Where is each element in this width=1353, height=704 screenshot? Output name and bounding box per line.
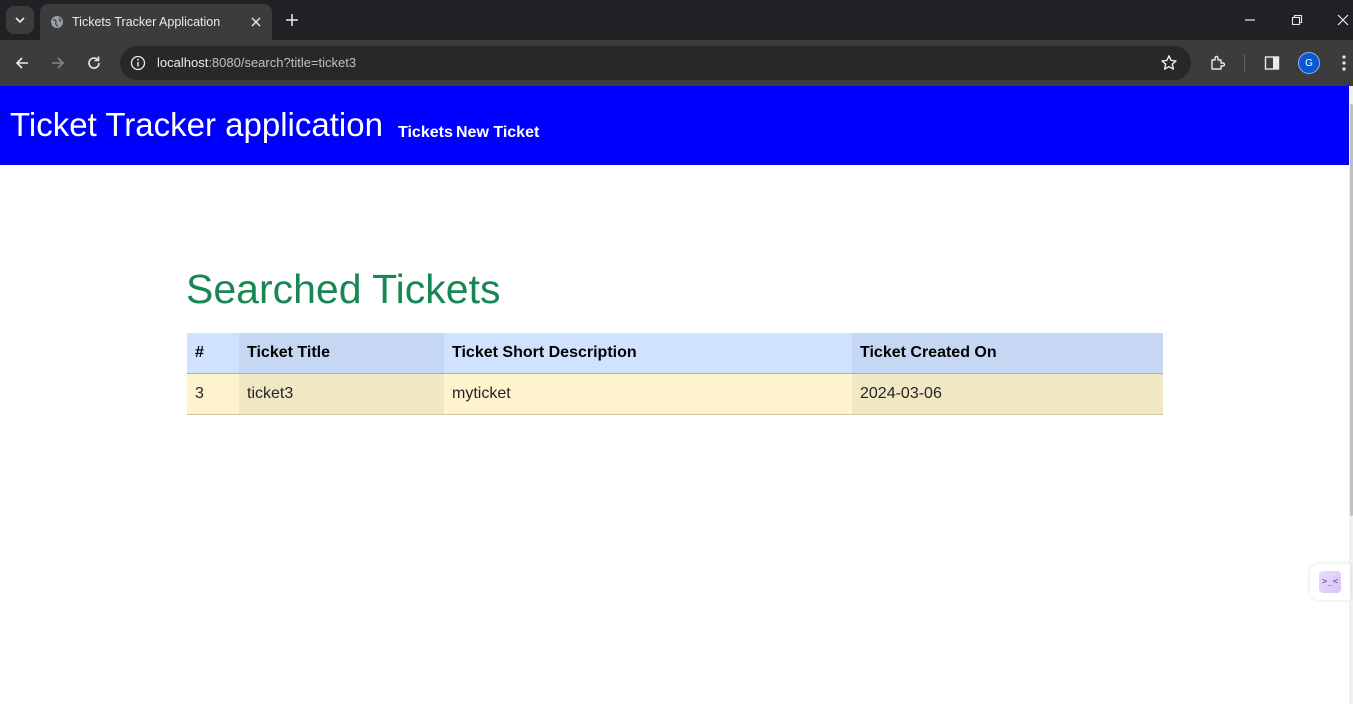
forward-icon[interactable] (47, 52, 69, 74)
side-widget-button[interactable]: >_< (1310, 564, 1350, 600)
cell-ticket-number: 3 (187, 373, 239, 415)
browser-tab[interactable]: Tickets Tracker Application (40, 4, 272, 40)
back-icon[interactable] (11, 52, 33, 74)
star-icon[interactable] (1159, 53, 1179, 73)
restore-icon[interactable] (1287, 10, 1307, 30)
cell-ticket-created-on: 2024-03-06 (852, 373, 1163, 415)
cell-ticket-title: ticket3 (239, 373, 444, 415)
reload-icon[interactable] (83, 52, 105, 74)
url-text[interactable]: localhost:8080/search?title=ticket3 (157, 55, 356, 70)
site-info-icon[interactable] (128, 53, 148, 73)
table-row: 3 ticket3 myticket 2024-03-06 (187, 373, 1163, 415)
nav-link-new-ticket[interactable]: New Ticket (456, 124, 539, 142)
table-header-row: # Ticket Title Ticket Short Description … (187, 333, 1163, 374)
column-header-title: Ticket Title (239, 333, 444, 374)
side-panel-icon[interactable] (1261, 52, 1283, 74)
close-icon[interactable] (246, 12, 266, 32)
terminal-icon: >_< (1319, 571, 1341, 593)
browser-toolbar: localhost:8080/search?title=ticket3 G (0, 40, 1353, 86)
column-header-number: # (187, 333, 239, 374)
url-path: :8080/search?title=ticket3 (208, 55, 357, 70)
profile-avatar[interactable]: G (1298, 52, 1320, 74)
cell-ticket-description: myticket (444, 373, 852, 415)
url-host: localhost (157, 55, 209, 70)
browser-tab-strip: Tickets Tracker Application (0, 0, 1353, 40)
column-header-created-on: Ticket Created On (852, 333, 1163, 374)
app-navbar: Ticket Tracker application Tickets New T… (0, 86, 1349, 165)
navbar-brand[interactable]: Ticket Tracker application (10, 106, 383, 144)
plus-icon[interactable] (281, 9, 303, 31)
tab-title: Tickets Tracker Application (72, 15, 221, 29)
tab-search-icon[interactable] (6, 6, 34, 34)
close-window-icon[interactable] (1333, 10, 1353, 30)
extensions-icon[interactable] (1207, 52, 1229, 74)
column-header-description: Ticket Short Description (444, 333, 852, 374)
toolbar-divider (1244, 54, 1245, 72)
page-title: Searched Tickets (186, 266, 501, 312)
more-icon[interactable] (1333, 52, 1353, 74)
page-scrollbar[interactable] (1349, 86, 1353, 704)
page-content: Ticket Tracker application Tickets New T… (0, 86, 1353, 704)
address-bar[interactable]: localhost:8080/search?title=ticket3 (120, 46, 1191, 80)
nav-link-tickets[interactable]: Tickets (398, 124, 453, 142)
globe-icon (50, 15, 64, 29)
minimize-icon[interactable] (1240, 10, 1260, 30)
tickets-table: # Ticket Title Ticket Short Description … (187, 333, 1163, 415)
